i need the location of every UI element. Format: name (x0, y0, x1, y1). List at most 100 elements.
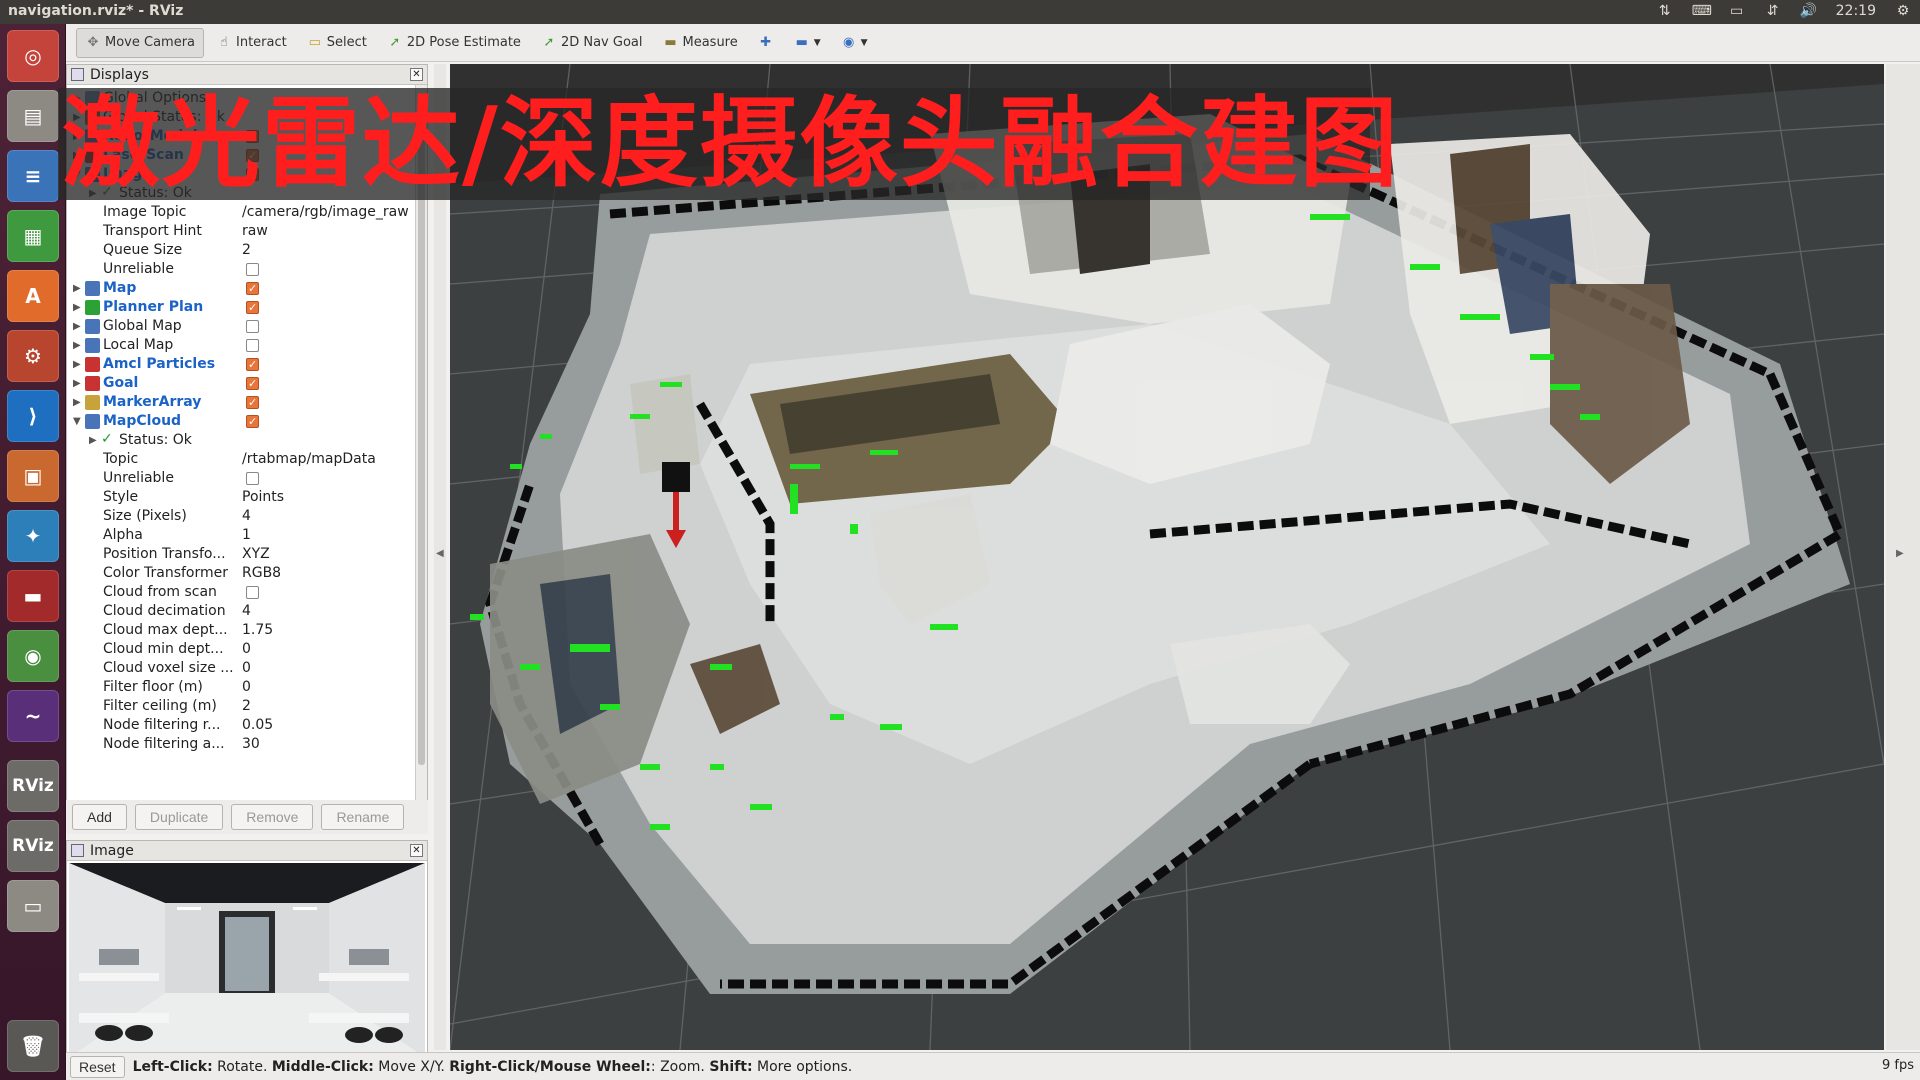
nav-goal-tool[interactable]: ➚ 2D Nav Goal (533, 28, 651, 58)
add-tool-button[interactable]: ✚ (750, 28, 782, 58)
reset-button[interactable]: Reset (70, 1055, 125, 1078)
display-row-value[interactable]: XYZ (242, 545, 270, 564)
display-row[interactable]: Filter floor (m) 0 (67, 678, 415, 697)
pose-estimate-tool[interactable]: ➚ 2D Pose Estimate (379, 28, 529, 58)
rviz-icon-2[interactable]: RViz (7, 820, 59, 872)
display-row[interactable]: Queue Size 2 (67, 241, 415, 260)
display-row-value[interactable]: /camera/rgb/image_raw (242, 203, 409, 222)
settings-icon[interactable]: ⚙ (7, 330, 59, 382)
trash-icon[interactable]: 🗑 (7, 1020, 59, 1072)
display-row-value[interactable]: 1 (242, 526, 251, 545)
display-enable-checkbox[interactable] (246, 298, 259, 317)
display-row[interactable]: Unreliable (67, 469, 415, 488)
keyboard-icon[interactable]: ⌨ (1692, 2, 1712, 20)
close-icon[interactable]: ✕ (410, 844, 423, 857)
display-row[interactable]: Filter ceiling (m) 2 (67, 697, 415, 716)
ubuntu-dash-icon[interactable]: ◎ (7, 30, 59, 82)
display-row[interactable]: Alpha 1 (67, 526, 415, 545)
display-enable-checkbox[interactable] (246, 374, 259, 393)
display-enable-checkbox[interactable] (246, 320, 259, 333)
calc-icon[interactable]: ▦ (7, 210, 59, 262)
pycharm-icon[interactable]: ~ (7, 690, 59, 742)
display-row[interactable]: ▶ MarkerArray (67, 393, 415, 412)
terminal-icon[interactable]: ▬ (7, 570, 59, 622)
display-row[interactable]: Unreliable (67, 260, 415, 279)
display-row[interactable]: Topic/rtabmap/mapData (67, 450, 415, 469)
collapse-arrow-icon[interactable]: ▶ (73, 393, 81, 412)
display-row-value[interactable]: 1.75 (242, 621, 273, 640)
transfer-icon[interactable]: ⇵ (1764, 2, 1782, 20)
display-row-value[interactable]: /rtabmap/mapData (242, 450, 376, 469)
collapse-arrow-icon[interactable]: ▶ (89, 431, 97, 450)
display-row[interactable]: ▼ MapCloud (67, 412, 415, 431)
select-tool[interactable]: ▭ Select (299, 28, 375, 58)
volume-icon[interactable]: 🔊 (1800, 2, 1818, 20)
display-enable-checkbox[interactable] (246, 355, 259, 374)
display-row-value[interactable]: 4 (242, 602, 251, 621)
display-row[interactable]: Cloud min dept... 0 (67, 640, 415, 659)
display-row[interactable]: ▶ Local Map (67, 336, 415, 355)
display-enable-checkbox[interactable] (246, 393, 259, 412)
display-enable-checkbox[interactable] (246, 412, 259, 431)
display-row-value[interactable]: RGB8 (242, 564, 281, 583)
collapse-left-icon[interactable]: ◀ (436, 548, 444, 559)
display-enable-checkbox[interactable] (246, 586, 259, 599)
clock[interactable]: 22:19 (1836, 3, 1876, 19)
display-enable-checkbox[interactable] (246, 279, 259, 298)
duplicate-button[interactable]: Duplicate (134, 804, 224, 830)
collapse-arrow-icon[interactable]: ▶ (73, 355, 81, 374)
display-row-value[interactable]: 0.05 (242, 716, 273, 735)
display-enable-checkbox[interactable] (246, 472, 259, 485)
display-row[interactable]: Image Topic/camera/rgb/image_raw (67, 203, 415, 222)
display-row[interactable]: Style Points (67, 488, 415, 507)
files-icon[interactable]: ▤ (7, 90, 59, 142)
measure-tool[interactable]: ▬ Measure (654, 28, 745, 58)
display-enable-checkbox[interactable] (246, 339, 259, 352)
display-row-value[interactable]: 0 (242, 678, 251, 697)
battery-icon[interactable]: ▭ (1728, 2, 1746, 20)
software-center-icon[interactable]: A (7, 270, 59, 322)
display-row[interactable]: ▶ Amcl Particles (67, 355, 415, 374)
display-row[interactable]: Transport Hint raw (67, 222, 415, 241)
display-row[interactable]: Cloud decimation 4 (67, 602, 415, 621)
display-row[interactable]: ▶ Map (67, 279, 415, 298)
scrollbar-thumb[interactable] (418, 105, 425, 765)
display-row-value[interactable]: 2 (242, 697, 251, 716)
collapse-arrow-icon[interactable]: ▶ (73, 374, 81, 393)
remove-tool-button[interactable]: ▬ ▼ (786, 28, 829, 58)
collapse-arrow-icon[interactable]: ▶ (73, 336, 81, 355)
display-row-value[interactable]: 30 (242, 735, 260, 754)
3d-viewport[interactable] (450, 64, 1884, 1050)
display-row[interactable]: Cloud voxel size ... 0 (67, 659, 415, 678)
collapse-arrow-icon[interactable]: ▶ (73, 317, 81, 336)
rename-button[interactable]: Rename (321, 804, 405, 830)
close-icon[interactable]: ✕ (410, 68, 423, 81)
display-row[interactable]: ▶ Goal (67, 374, 415, 393)
splitter[interactable]: ◀ (434, 64, 446, 1050)
impress-icon[interactable]: ▣ (7, 450, 59, 502)
display-row-value[interactable]: 0 (242, 640, 251, 659)
interact-tool[interactable]: ☝ Interact (208, 28, 295, 58)
collapse-arrow-icon[interactable]: ▶ (73, 298, 81, 317)
remove-button[interactable]: Remove (231, 804, 314, 830)
display-enable-checkbox[interactable] (246, 263, 259, 276)
display-row[interactable]: Cloud max dept... 1.75 (67, 621, 415, 640)
display-row-value[interactable]: 2 (242, 241, 251, 260)
move-camera-tool[interactable]: ✥ Move Camera (76, 27, 205, 58)
display-row[interactable]: ▶ Global Map (67, 317, 415, 336)
collapse-right-icon[interactable]: ▶ (1896, 548, 1904, 559)
display-row[interactable]: Cloud from scan (67, 583, 415, 602)
writer-icon[interactable]: ≡ (7, 150, 59, 202)
add-button[interactable]: Add (72, 804, 127, 830)
display-row[interactable]: Color Transformer RGB8 (67, 564, 415, 583)
expand-arrow-icon[interactable]: ▼ (73, 412, 81, 431)
rviz-icon[interactable]: RViz (7, 760, 59, 812)
collapse-arrow-icon[interactable]: ▶ (73, 279, 81, 298)
vscode-icon[interactable]: ⟩ (7, 390, 59, 442)
display-row[interactable]: Node filtering r... 0.05 (67, 716, 415, 735)
display-row-value[interactable]: 4 (242, 507, 251, 526)
display-row[interactable]: Size (Pixels) 4 (67, 507, 415, 526)
display-row[interactable]: Position Transfo... XYZ (67, 545, 415, 564)
display-row-value[interactable]: Points (242, 488, 284, 507)
display-row[interactable]: Node filtering a... 30 (67, 735, 415, 754)
